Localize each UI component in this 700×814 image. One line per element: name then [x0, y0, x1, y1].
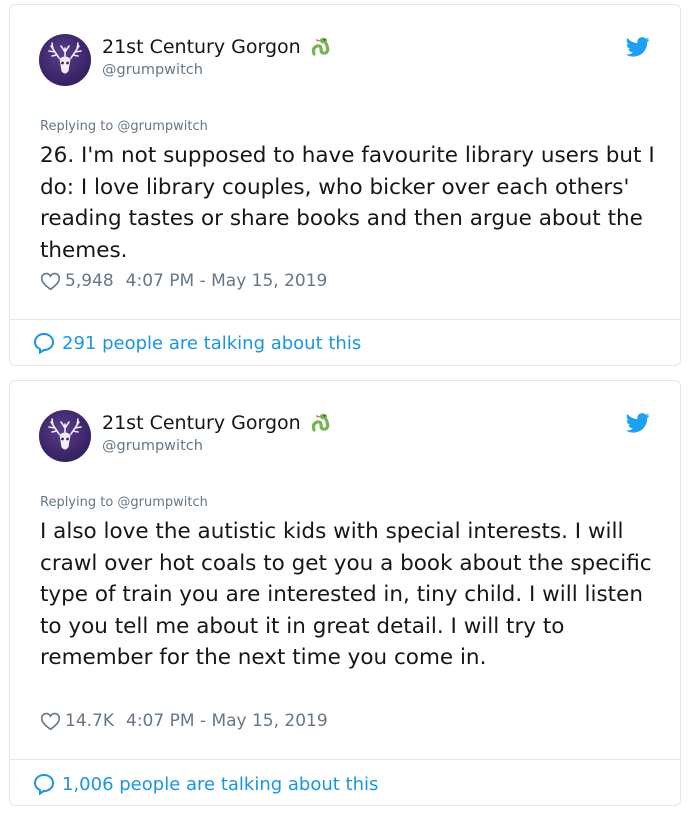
tweet-meta: 14.7K 4:07 PM - May 15, 2019 [40, 711, 328, 731]
like-count[interactable]: 5,948 [65, 271, 114, 291]
tweet-meta: 5,948 4:07 PM - May 15, 2019 [40, 271, 327, 291]
twitter-bird-icon[interactable] [626, 37, 650, 57]
user-handle[interactable]: @grumpwitch [102, 438, 203, 454]
display-name[interactable]: 21st Century Gorgon [102, 36, 301, 58]
display-name[interactable]: 21st Century Gorgon [102, 412, 301, 434]
divider [10, 759, 680, 760]
deer-skull-icon [48, 42, 82, 74]
replying-to[interactable]: Replying to @grumpwitch [40, 119, 208, 134]
heart-icon[interactable] [40, 271, 61, 291]
snake-emoji-icon [311, 37, 329, 56]
twitter-bird-icon[interactable] [626, 413, 650, 433]
author-name-row[interactable]: 21st Century Gorgon [102, 411, 333, 435]
talking-count[interactable]: 1,006 people are talking about this [62, 774, 378, 795]
tweet-card[interactable]: 21st Century Gorgon @grumpwitch Replying… [9, 4, 681, 366]
conversation-link[interactable]: 291 people are talking about this [32, 331, 361, 355]
tweet-text: 26. I'm not supposed to have favourite l… [40, 143, 655, 263]
timestamp[interactable]: 4:07 PM - May 15, 2019 [126, 711, 328, 731]
deer-skull-icon [48, 418, 82, 450]
snake-emoji-icon [311, 413, 329, 432]
talking-count[interactable]: 291 people are talking about this [62, 333, 361, 354]
timestamp[interactable]: 4:07 PM - May 15, 2019 [126, 271, 328, 291]
divider [10, 319, 680, 320]
avatar[interactable] [39, 410, 91, 462]
tweet-card[interactable]: 21st Century Gorgon @grumpwitch Replying… [9, 380, 681, 806]
tweet-text: I also love the autistic kids with speci… [40, 519, 652, 670]
like-count[interactable]: 14.7K [65, 711, 114, 731]
conversation-link[interactable]: 1,006 people are talking about this [32, 772, 378, 796]
user-handle[interactable]: @grumpwitch [102, 62, 203, 78]
speech-bubble-icon [33, 773, 55, 796]
heart-icon[interactable] [40, 711, 61, 731]
author-name-row[interactable]: 21st Century Gorgon [102, 35, 333, 59]
speech-bubble-icon [33, 332, 55, 355]
replying-to[interactable]: Replying to @grumpwitch [40, 495, 208, 510]
avatar[interactable] [39, 34, 91, 86]
